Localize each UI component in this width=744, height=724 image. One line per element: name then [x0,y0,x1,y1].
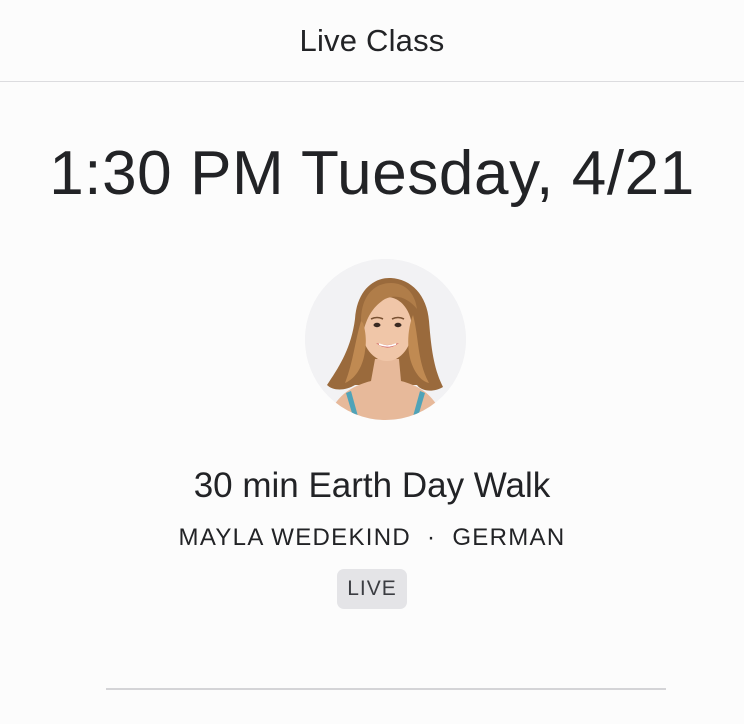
meta-separator: · [427,524,437,551]
instructor-name: MAYLA WEDEKIND [178,524,412,551]
class-language: GERMAN [452,524,566,551]
instructor-avatar [305,259,466,420]
class-title: 30 min Earth Day Walk [193,466,551,505]
class-datetime: 1:30 PM Tuesday, 4/21 [49,139,695,208]
instructor-meta: MAYLA WEDEKIND · GERMAN [0,524,744,552]
badge-row: LIVE [0,569,744,609]
instructor-portrait-icon [305,259,466,420]
header-bar: Live Class [0,0,744,82]
section-divider [106,688,666,690]
live-badge: LIVE [337,569,407,609]
page-title: Live Class [299,22,445,58]
